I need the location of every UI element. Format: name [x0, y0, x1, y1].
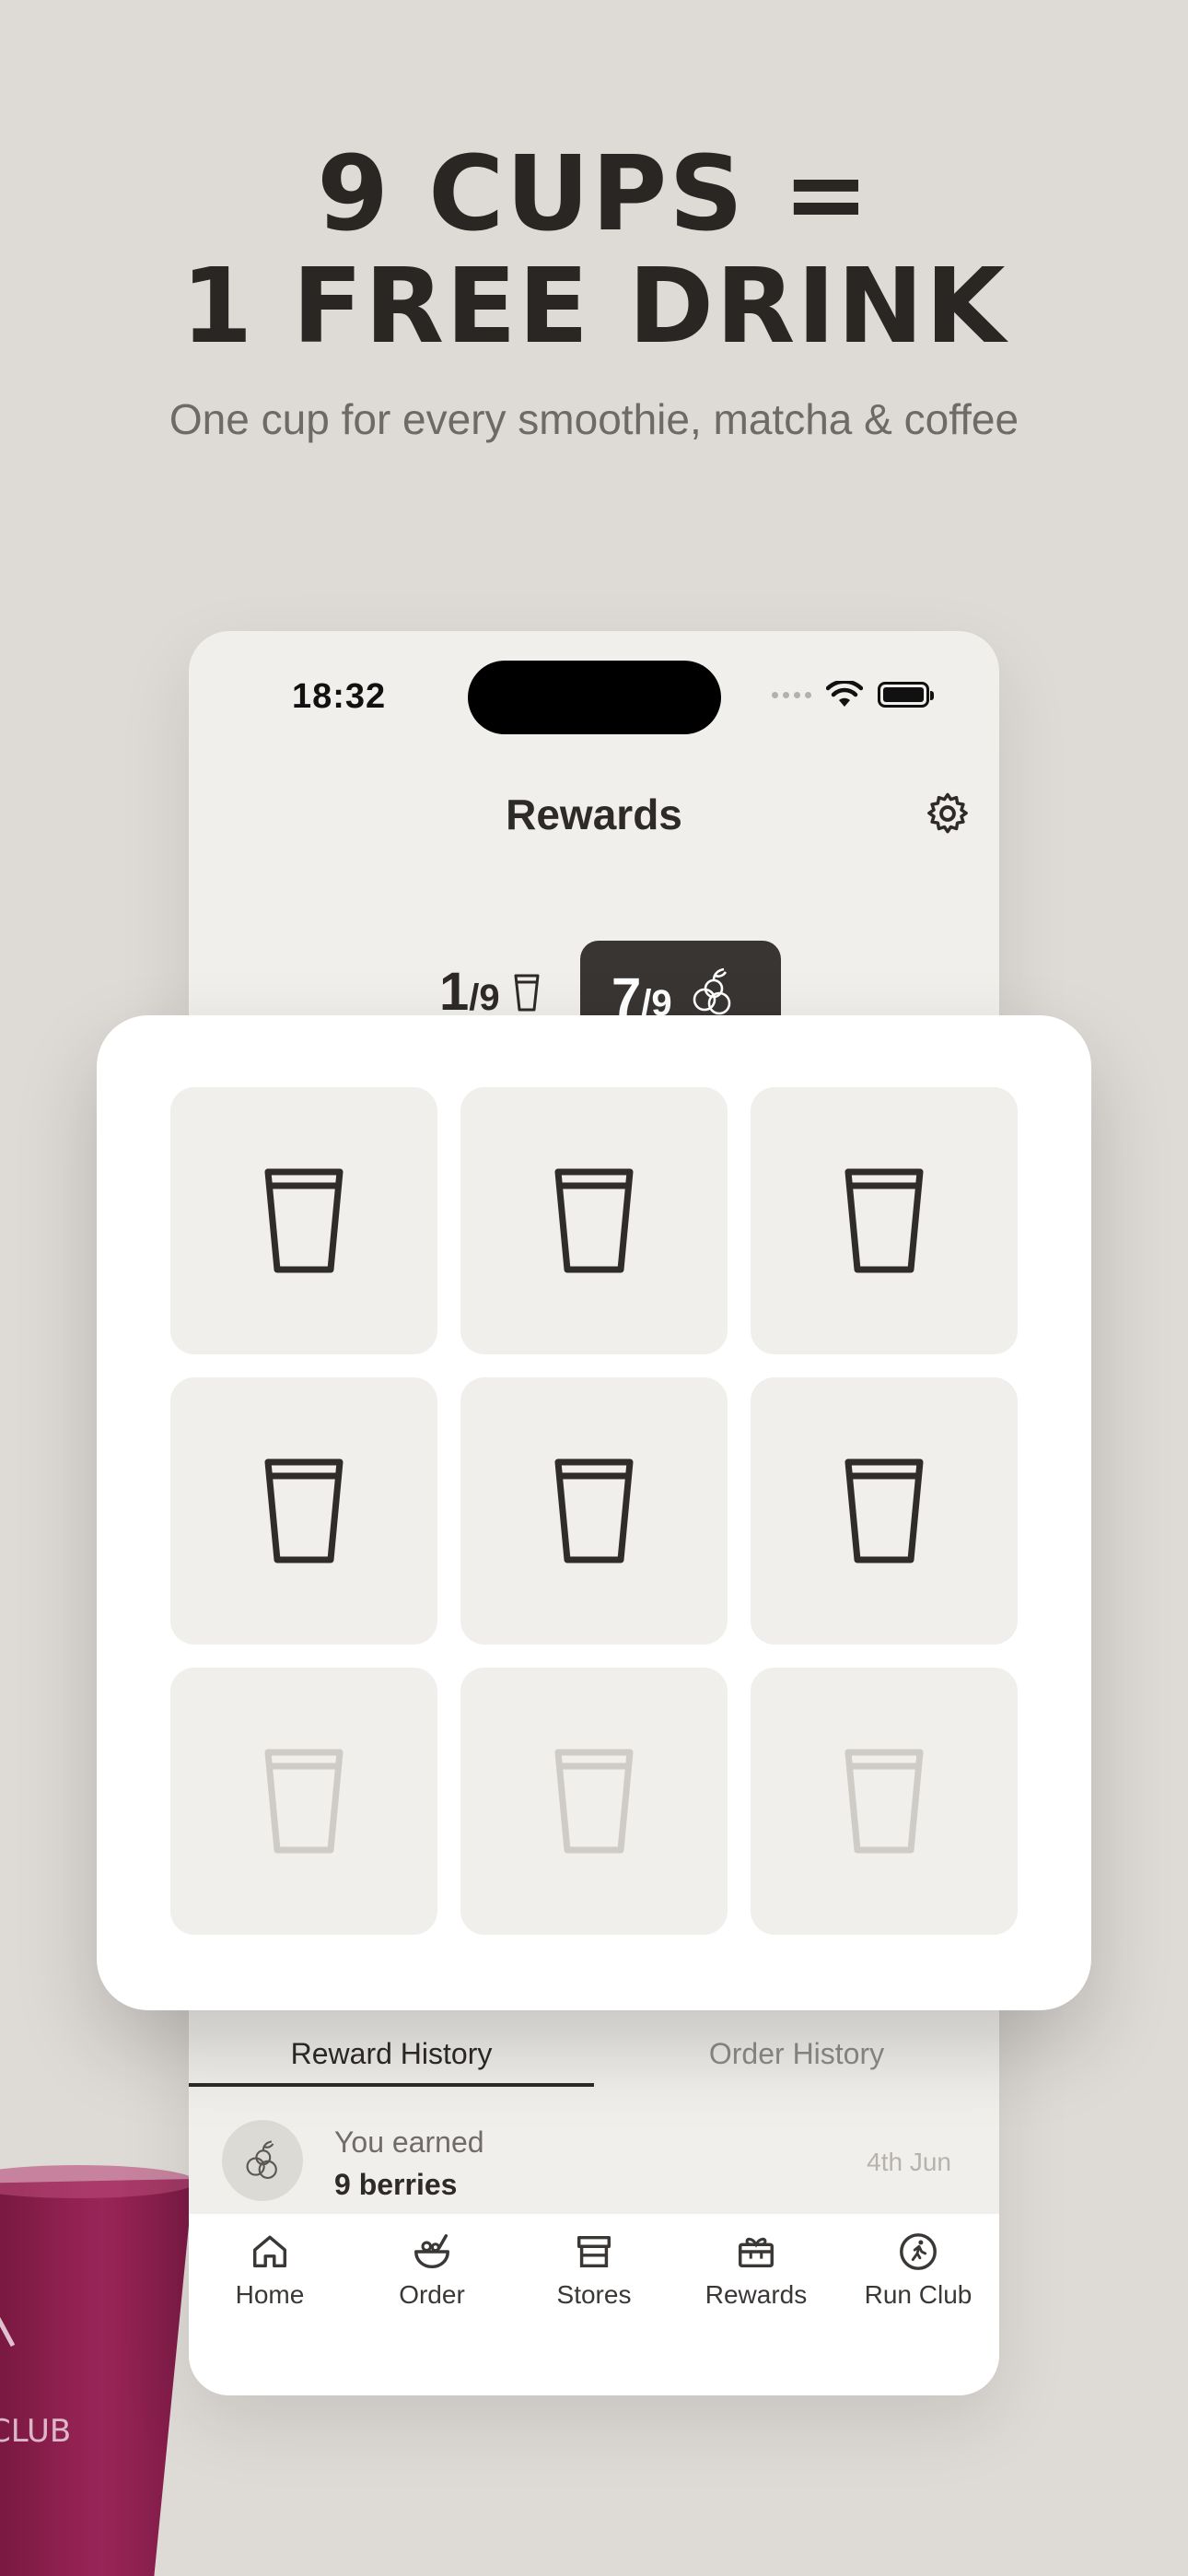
stamp-cell-6 [751, 1377, 1018, 1645]
tabbar-item-home[interactable]: Home [189, 2231, 351, 2310]
list-item[interactable]: You earned 9 berries 4th Jun [189, 2105, 999, 2216]
wifi-icon [826, 681, 863, 707]
tabbar-label: Run Club [864, 2280, 973, 2309]
cup-icon [844, 1168, 924, 1273]
status-time: 18:32 [292, 677, 387, 716]
cup-icon [554, 1168, 634, 1273]
svg-text:CLUB: CLUB [0, 2413, 71, 2450]
promo-headline: 9 CUPS = 1 FREE DRINK [0, 138, 1188, 363]
berries-icon [693, 967, 730, 1015]
stamp-cell-3 [751, 1087, 1018, 1354]
headline-line-2: 1 FREE DRINK [181, 247, 1007, 367]
battery-icon [878, 682, 934, 708]
smoothie-cup-image: CLUB [0, 2165, 196, 2576]
signal-icon [772, 691, 811, 698]
promo-subheadline: One cup for every smoothie, matcha & cof… [169, 395, 1019, 443]
dynamic-island [468, 661, 721, 734]
cup-icon [844, 1458, 924, 1563]
stamp-grid [170, 1087, 1018, 1935]
cup-icon [844, 1749, 924, 1854]
stamp-cell-5 [460, 1377, 728, 1645]
cups-count: 1 [439, 962, 470, 1022]
tabbar-item-stores[interactable]: Stores [513, 2231, 675, 2310]
cup-icon [554, 1458, 634, 1563]
gear-icon[interactable] [924, 790, 972, 837]
stamp-cell-9 [751, 1668, 1018, 1935]
cup-icon [554, 1749, 634, 1854]
history-tabs: Reward History Order History [189, 2013, 999, 2087]
gift-icon [739, 2237, 774, 2268]
status-icons [772, 681, 934, 708]
bowl-icon [414, 2234, 449, 2269]
tabbar-label: Rewards [705, 2280, 808, 2309]
cup-icon [514, 974, 540, 1011]
history-label: You earned [334, 2125, 484, 2159]
tabbar-item-rewards[interactable]: Rewards [675, 2231, 837, 2310]
headline-line-1: 9 CUPS = [317, 135, 871, 254]
store-icon [577, 2235, 611, 2268]
history-value: 9 berries [334, 2168, 458, 2201]
cups-total: /9 [469, 978, 500, 1018]
runner-icon [900, 2233, 937, 2270]
page-title: Rewards [506, 790, 682, 838]
stamp-cell-4 [170, 1377, 437, 1645]
cup-icon [264, 1168, 344, 1273]
berries-icon [222, 2120, 303, 2201]
cup-icon [264, 1458, 344, 1563]
stamp-card [97, 1015, 1091, 2010]
stamp-cell-2 [460, 1087, 728, 1354]
cup-icon [264, 1749, 344, 1854]
history-date: 4th Jun [867, 2148, 951, 2176]
stamp-cell-8 [460, 1668, 728, 1935]
tabbar-label: Order [399, 2280, 465, 2309]
tabbar-item-run-club[interactable]: Run Club [837, 2231, 999, 2310]
tabbar-label: Stores [556, 2280, 632, 2309]
home-icon [252, 2235, 287, 2268]
tab-reward-history[interactable]: Reward History [189, 2013, 594, 2087]
tabbar-label: Home [235, 2280, 305, 2309]
stamp-cell-7 [170, 1668, 437, 1935]
tab-order-history[interactable]: Order History [594, 2013, 999, 2087]
tab-bar: Home Order Stores Rewards Run Club [189, 2214, 999, 2395]
cups-counter[interactable]: 1/9 [439, 961, 541, 1023]
stamp-cell-1 [170, 1087, 437, 1354]
tabbar-item-order[interactable]: Order [351, 2231, 513, 2310]
